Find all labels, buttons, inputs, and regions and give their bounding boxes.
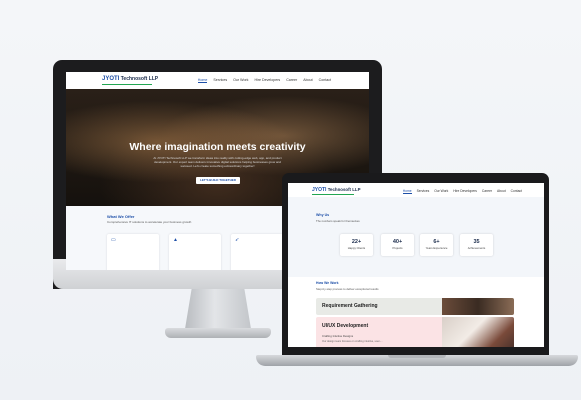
main-nav: Home Services Our Work Hire Developers C… [197,78,331,83]
nav-contact[interactable]: Contact [319,78,331,83]
step-desc: Our design team focuses on crafting intu… [322,340,383,343]
stat-label: Happy Clients [347,246,366,250]
step-title: Requirement Gathering [322,303,378,309]
nav-our-work[interactable]: Our Work [233,78,248,83]
laptop-screen: JYOTI Technosoft LLP Home Services Our W… [288,183,544,347]
monitor-icon: ▭ [111,237,116,243]
offer-subheading: Comprehensive IT solutions to accelerate… [107,220,192,224]
rocket-icon: ➶ [235,237,240,243]
nav-home[interactable]: Home [197,78,208,83]
why-subheading: The numbers speak for themselves [316,219,360,223]
nav-career[interactable]: Career [482,189,492,194]
stat-label: Years Experience [425,246,448,250]
imac-stand-base [165,328,271,338]
stat-card: 6+ Years Experience [420,234,453,256]
step-title: UI/UX Development [322,323,369,329]
how-subheading: Step-by-step process to deliver exceptio… [316,287,379,291]
nav-services[interactable]: Services [417,189,430,194]
main-nav: Home Services Our Work Hire Developers C… [402,189,522,194]
why-heading: Why Us [316,213,330,217]
logo-brand: JYOTI [312,187,327,193]
hero-title: Where imagination meets creativity [129,141,306,153]
nav-hire-developers[interactable]: Hire Developers [453,189,477,194]
stat-value: 40+ [392,239,403,245]
how-heading: How We Work [316,281,339,285]
logo-underline [102,84,152,85]
logo-brand: JYOTI [102,76,120,82]
step-desc: Crafting Intuitive Designs [322,334,354,338]
nav-services[interactable]: Services [213,78,227,83]
stat-label: Achievements [467,246,486,250]
stat-label: Projects [392,246,403,250]
offer-heading: What We Offer [107,214,135,219]
nav-home[interactable]: Home [402,189,412,194]
stat-value: 22+ [351,239,362,245]
site-logo[interactable]: JYOTI Technosoft LLP [312,187,361,193]
site-header: JYOTI Technosoft LLP Home Services Our W… [288,183,544,198]
stat-value: 35 [473,239,480,245]
process-step[interactable]: UI/UX Development Crafting Intuitive Des… [316,317,514,347]
logo-underline [312,194,354,195]
logo-suffix: Technosoft LLP [327,187,361,192]
cta-button[interactable]: LET'S BUILD TOGETHER [196,177,240,184]
service-card[interactable]: ▲ [169,234,221,270]
logo-suffix: Technosoft LLP [120,76,159,82]
nav-hire-developers[interactable]: Hire Developers [254,78,280,83]
stat-card: 35 Achievements [460,234,493,256]
imac-stand-neck [185,289,251,329]
nav-about[interactable]: About [497,189,506,194]
why-us-section: Why Us The numbers speak for themselves … [288,197,544,277]
nav-our-work[interactable]: Our Work [434,189,448,194]
stat-value: 6+ [433,239,440,245]
service-card[interactable]: ▭ [107,234,159,270]
process-step[interactable]: Requirement Gathering [316,298,514,315]
step-image [442,298,514,315]
nav-career[interactable]: Career [286,78,297,83]
nav-about[interactable]: About [303,78,312,83]
stat-card: 40+ Projects [381,234,414,256]
android-icon: ▲ [173,237,178,243]
site-header: JYOTI Technosoft LLP Home Services Our W… [66,72,369,90]
hero-subtitle: At JYOTI Technosoft LLP we transform ide… [153,156,282,168]
laptop-notch [388,355,446,358]
service-card[interactable]: ➶ [231,234,283,270]
nav-contact[interactable]: Contact [511,189,522,194]
site-logo[interactable]: JYOTI Technosoft LLP [102,76,158,82]
stat-card: 22+ Happy Clients [340,234,373,256]
step-image [442,317,514,347]
